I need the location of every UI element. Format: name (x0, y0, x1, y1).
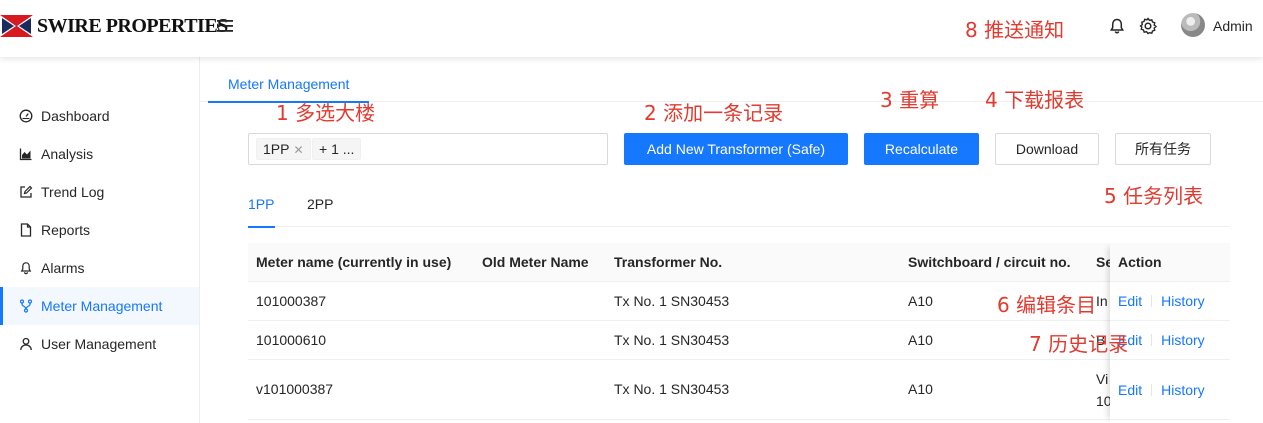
edit-icon (20, 185, 33, 198)
bell-icon[interactable] (1107, 16, 1127, 36)
edit-link[interactable]: Edit (1118, 293, 1142, 309)
sidebar-item-reports[interactable]: Reports (0, 211, 199, 249)
sidebar-item-label: Alarms (41, 260, 85, 276)
transformer-cell: Tx No. 1 SN30453 (614, 293, 730, 309)
se-cell: In (1096, 293, 1108, 309)
user-name[interactable]: Admin (1213, 18, 1253, 34)
annotation-download-report: 4 下载报表 (985, 88, 1085, 112)
annotation-task-list: 5 任务列表 (1104, 184, 1204, 208)
switchboard-cell: A10 (908, 293, 933, 309)
sidebar-item-analysis[interactable]: Analysis (0, 135, 199, 173)
sidebar-item-alarms[interactable]: Alarms (0, 249, 199, 287)
row-actions: Edit History (1110, 360, 1230, 420)
tab-1pp[interactable]: 1PP (248, 190, 275, 228)
sidebar-item-label: Reports (41, 222, 91, 238)
branches-icon (19, 299, 33, 313)
settings-gear-icon[interactable] (1138, 16, 1158, 36)
annotation-history: 7 历史记录 (1029, 332, 1129, 356)
table-header: Meter name (currently in use) Old Meter … (248, 243, 1230, 282)
swire-logo-icon (0, 15, 33, 37)
history-link[interactable]: History (1161, 332, 1205, 348)
sidebar: Dashboard Analysis Trend Log Reports Ala… (0, 57, 200, 423)
sidebar-item-label: Trend Log (41, 184, 105, 200)
file-icon (20, 223, 32, 237)
menu-fold-icon[interactable] (215, 16, 235, 36)
download-button[interactable]: Download (995, 133, 1099, 165)
dashboard-icon (19, 109, 33, 123)
column-header-action: Action (1110, 243, 1230, 282)
action-divider (1151, 334, 1153, 346)
recalculate-button[interactable]: Recalculate (864, 133, 979, 165)
action-divider (1151, 295, 1153, 307)
bell-icon (20, 262, 32, 275)
meter-name-cell: 101000610 (256, 332, 327, 348)
add-transformer-button[interactable]: Add New Transformer (Safe) (624, 133, 848, 165)
column-header[interactable]: Se (1096, 243, 1110, 282)
action-divider (1151, 383, 1153, 396)
sidebar-item-label: Dashboard (41, 108, 110, 124)
area-chart-icon (19, 148, 32, 161)
column-header[interactable]: Transformer No. (614, 243, 722, 282)
sidebar-item-meter-management[interactable]: Meter Management (0, 287, 199, 325)
app-header: SWIRE PROPERTIES 8 推送通知 Admin (0, 0, 1263, 57)
meter-name-cell: v101000387 (256, 381, 334, 397)
annotation-recalculate: 3 重算 (880, 88, 940, 112)
se-cell: Vi (1096, 371, 1109, 387)
edit-link[interactable]: Edit (1118, 382, 1142, 398)
annotation-add-record: 2 添加一条记录 (644, 101, 784, 125)
annotation-multi-building: 1 多选大楼 (276, 101, 376, 125)
page-tab-bar: Meter Management (200, 57, 1263, 103)
column-header[interactable]: Meter name (currently in use) (256, 243, 451, 282)
sidebar-item-trend-log[interactable]: Trend Log (0, 173, 199, 211)
row-actions: Edit History (1110, 282, 1230, 321)
history-link[interactable]: History (1161, 382, 1205, 398)
sidebar-item-user-management[interactable]: User Management (0, 325, 199, 363)
sidebar-item-label: Meter Management (41, 298, 163, 314)
user-avatar[interactable] (1181, 13, 1205, 37)
all-tasks-button[interactable]: 所有任务 (1115, 133, 1211, 165)
tab-2pp[interactable]: 2PP (307, 190, 333, 227)
building-tab-bar: 1PP 2PP (248, 190, 1230, 228)
brand-name: SWIRE PROPERTIES (37, 14, 228, 37)
tab-meter-management[interactable]: Meter Management (208, 57, 370, 103)
switchboard-cell: A10 (908, 332, 933, 348)
transformer-cell: Tx No. 1 SN30453 (614, 381, 730, 397)
switchboard-cell: A10 (908, 381, 933, 397)
column-header[interactable]: Switchboard / circuit no. (908, 243, 1071, 282)
column-header[interactable]: Old Meter Name (482, 243, 589, 282)
building-tag[interactable]: 1PP ✕ (256, 138, 311, 160)
user-icon (20, 337, 32, 351)
se-cell-line2: 10 (1096, 393, 1110, 409)
sidebar-item-dashboard[interactable]: Dashboard (0, 97, 199, 135)
building-tag-more[interactable]: + 1 ... (312, 138, 362, 160)
building-multi-select[interactable]: 1PP ✕ + 1 ... (248, 133, 608, 165)
sidebar-item-label: User Management (41, 336, 157, 352)
meter-name-cell: 101000387 (256, 293, 327, 309)
annotation-edit-entry: 6 编辑条目 (997, 293, 1097, 317)
sidebar-item-label: Analysis (41, 146, 94, 162)
table-row[interactable]: v101000387 Tx No. 1 SN30453 A10 Vi 10 (248, 360, 1230, 420)
close-icon[interactable]: ✕ (293, 143, 303, 157)
transformer-cell: Tx No. 1 SN30453 (614, 332, 730, 348)
history-link[interactable]: History (1161, 293, 1205, 309)
brand-logo[interactable]: SWIRE PROPERTIES (0, 14, 228, 38)
annotation-push-notification: 8 推送通知 (965, 18, 1065, 42)
